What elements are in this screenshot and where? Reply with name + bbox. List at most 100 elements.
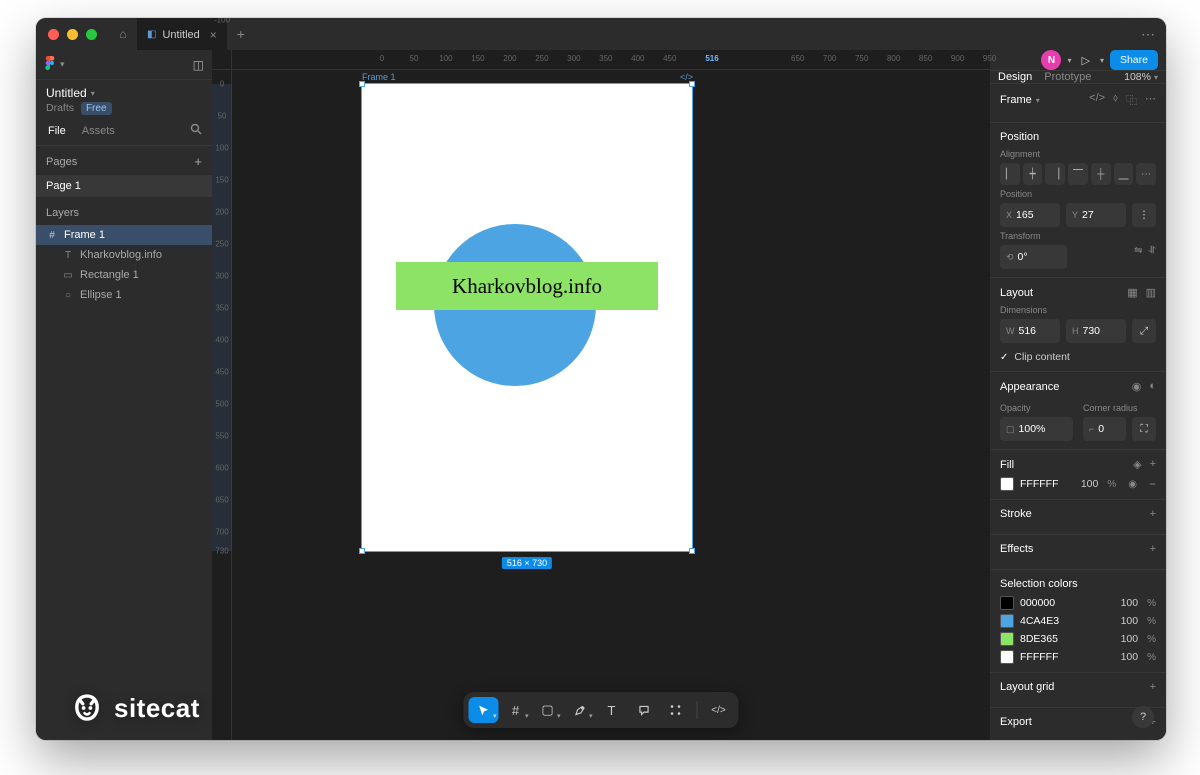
tab-assets[interactable]: Assets bbox=[74, 116, 123, 145]
styles-icon[interactable]: ◈ bbox=[1133, 458, 1141, 471]
align-more-icon[interactable]: ⋯ bbox=[1136, 163, 1156, 185]
move-tool[interactable]: ▾ bbox=[469, 697, 499, 723]
shape-tool[interactable]: ▢▾ bbox=[533, 697, 563, 723]
avatar[interactable]: N bbox=[1041, 50, 1061, 70]
window-minimize-icon[interactable] bbox=[67, 29, 78, 40]
tab-file[interactable]: File bbox=[40, 116, 74, 145]
fill-opacity[interactable]: 100 bbox=[1081, 478, 1099, 490]
x-input[interactable]: X165 bbox=[1000, 203, 1060, 227]
color-swatch[interactable] bbox=[1000, 650, 1014, 664]
align-bottom-icon[interactable]: ⎽ bbox=[1114, 163, 1134, 185]
eye-icon[interactable]: ◉ bbox=[1128, 479, 1137, 490]
breadcrumb-drafts[interactable]: Drafts bbox=[46, 102, 74, 114]
comment-tool[interactable] bbox=[629, 697, 659, 723]
position-more-icon[interactable]: ⋮ bbox=[1132, 203, 1156, 227]
add-stroke-icon[interactable]: + bbox=[1150, 508, 1156, 520]
tab-design[interactable]: Design bbox=[998, 71, 1032, 83]
more-icon[interactable]: ⋯ bbox=[1145, 92, 1156, 108]
panel-toggle-icon[interactable]: ◫ bbox=[193, 58, 204, 72]
tab-prototype[interactable]: Prototype bbox=[1044, 71, 1091, 83]
width-input[interactable]: W516 bbox=[1000, 319, 1060, 343]
align-left-icon[interactable]: ▏ bbox=[1000, 163, 1020, 185]
chevron-down-icon[interactable]: ▾ bbox=[1100, 56, 1104, 65]
constrain-icon[interactable]: ⤢ bbox=[1132, 319, 1156, 343]
text-tool[interactable]: T bbox=[597, 697, 627, 723]
grid-icon[interactable]: ▥ bbox=[1146, 286, 1156, 299]
blend-icon[interactable]: ◐ bbox=[1149, 380, 1156, 393]
titlebar-more-icon[interactable]: ⋯ bbox=[1141, 26, 1156, 43]
add-fill-icon[interactable]: + bbox=[1150, 458, 1156, 471]
help-button[interactable]: ? bbox=[1132, 706, 1154, 728]
layer-text[interactable]: T Kharkovblog.info bbox=[36, 245, 212, 265]
share-button[interactable]: Share bbox=[1110, 50, 1158, 70]
layers-label: Layers bbox=[46, 207, 79, 219]
flip-h-icon[interactable]: ⇋ bbox=[1134, 245, 1142, 269]
selection-color-row[interactable]: 8DE365 100% bbox=[1000, 632, 1156, 646]
new-tab-button[interactable]: + bbox=[227, 26, 255, 42]
actions-tool[interactable] bbox=[661, 697, 691, 723]
selection-handle[interactable] bbox=[359, 548, 365, 554]
fill-row[interactable]: FFFFFF 100% ◉ − bbox=[1000, 477, 1156, 491]
color-swatch[interactable] bbox=[1000, 632, 1014, 646]
align-top-icon[interactable]: ⎺ bbox=[1068, 163, 1088, 185]
canvas-stage[interactable]: Frame 1 </> Kharkovblog.info 516 × 730 bbox=[232, 70, 990, 740]
variant-icon[interactable]: ⿻ bbox=[1126, 92, 1137, 108]
frame-title[interactable]: Frame ▾ bbox=[1000, 94, 1040, 106]
pen-tool[interactable]: ▾ bbox=[565, 697, 595, 723]
close-tab-icon[interactable]: × bbox=[210, 28, 217, 42]
align-hcenter-icon[interactable]: ┿ bbox=[1023, 163, 1043, 185]
window-close-icon[interactable] bbox=[48, 29, 59, 40]
y-input[interactable]: Y27 bbox=[1066, 203, 1126, 227]
rectangle-shape[interactable]: Kharkovblog.info bbox=[396, 262, 658, 310]
autolayout-icon[interactable]: ▦ bbox=[1127, 286, 1137, 299]
remove-fill-icon[interactable]: − bbox=[1149, 477, 1156, 491]
figma-menu-button[interactable]: ▾ bbox=[44, 56, 65, 73]
radius-detail-icon[interactable]: ⛶ bbox=[1132, 417, 1156, 441]
selection-handle[interactable] bbox=[689, 81, 695, 87]
color-swatch[interactable] bbox=[1000, 614, 1014, 628]
layer-rectangle[interactable]: ▭ Rectangle 1 bbox=[36, 265, 212, 285]
frame-name-label[interactable]: Frame 1 bbox=[362, 72, 396, 82]
ruler-horizontal[interactable]: 0501001502002503003504004505166507007508… bbox=[232, 50, 990, 70]
align-right-icon[interactable]: ▕ bbox=[1045, 163, 1065, 185]
present-button[interactable]: ▷ bbox=[1077, 54, 1093, 67]
radius-input[interactable]: ⌐0 bbox=[1083, 417, 1126, 441]
zoom-control[interactable]: 108% ▾ bbox=[1124, 71, 1158, 83]
dev-mode-tool[interactable]: </> bbox=[704, 697, 734, 723]
frame-canvas[interactable]: Kharkovblog.info bbox=[362, 84, 692, 551]
add-effect-icon[interactable]: + bbox=[1150, 543, 1156, 555]
home-icon[interactable]: ⌂ bbox=[109, 27, 137, 41]
ruler-corner bbox=[212, 50, 232, 70]
add-grid-icon[interactable]: + bbox=[1150, 681, 1156, 693]
align-vcenter-icon[interactable]: ┼ bbox=[1091, 163, 1111, 185]
add-page-icon[interactable]: + bbox=[194, 154, 202, 169]
page-item[interactable]: Page 1 bbox=[36, 175, 212, 197]
watermark-label: sitecat bbox=[114, 693, 200, 724]
text-content[interactable]: Kharkovblog.info bbox=[452, 274, 602, 299]
flip-v-icon[interactable]: ⥯ bbox=[1149, 245, 1156, 269]
selection-color-row[interactable]: 4CA4E3 100% bbox=[1000, 614, 1156, 628]
chevron-down-icon[interactable]: ▾ bbox=[1067, 56, 1071, 65]
rotation-input[interactable]: ⟲0° bbox=[1000, 245, 1067, 269]
selection-handle[interactable] bbox=[689, 548, 695, 554]
visibility-icon[interactable]: ◉ bbox=[1132, 380, 1142, 393]
window-maximize-icon[interactable] bbox=[86, 29, 97, 40]
fill-swatch[interactable] bbox=[1000, 477, 1014, 491]
selection-color-row[interactable]: 000000 100% bbox=[1000, 596, 1156, 610]
selection-handle[interactable] bbox=[359, 81, 365, 87]
opacity-input[interactable]: ▢100% bbox=[1000, 417, 1073, 441]
selection-color-row[interactable]: FFFFFF 100% bbox=[1000, 650, 1156, 664]
project-name[interactable]: Untitled ▾ bbox=[46, 86, 202, 100]
clip-content-toggle[interactable]: ✓ Clip content bbox=[1000, 351, 1156, 363]
fill-hex[interactable]: FFFFFF bbox=[1020, 478, 1058, 490]
layer-frame[interactable]: # Frame 1 bbox=[36, 225, 212, 245]
ruler-vertical[interactable]: -100050100150200250300350400450500550600… bbox=[212, 70, 232, 740]
height-input[interactable]: H730 bbox=[1066, 319, 1126, 343]
frame-tool[interactable]: #▾ bbox=[501, 697, 531, 723]
link-icon[interactable]: </> bbox=[1089, 92, 1105, 108]
layer-ellipse[interactable]: ○ Ellipse 1 bbox=[36, 285, 212, 305]
search-icon[interactable] bbox=[190, 123, 202, 138]
color-swatch[interactable] bbox=[1000, 596, 1014, 610]
component-icon[interactable]: ⬨ bbox=[1113, 92, 1118, 108]
plan-badge[interactable]: Free bbox=[81, 102, 112, 115]
